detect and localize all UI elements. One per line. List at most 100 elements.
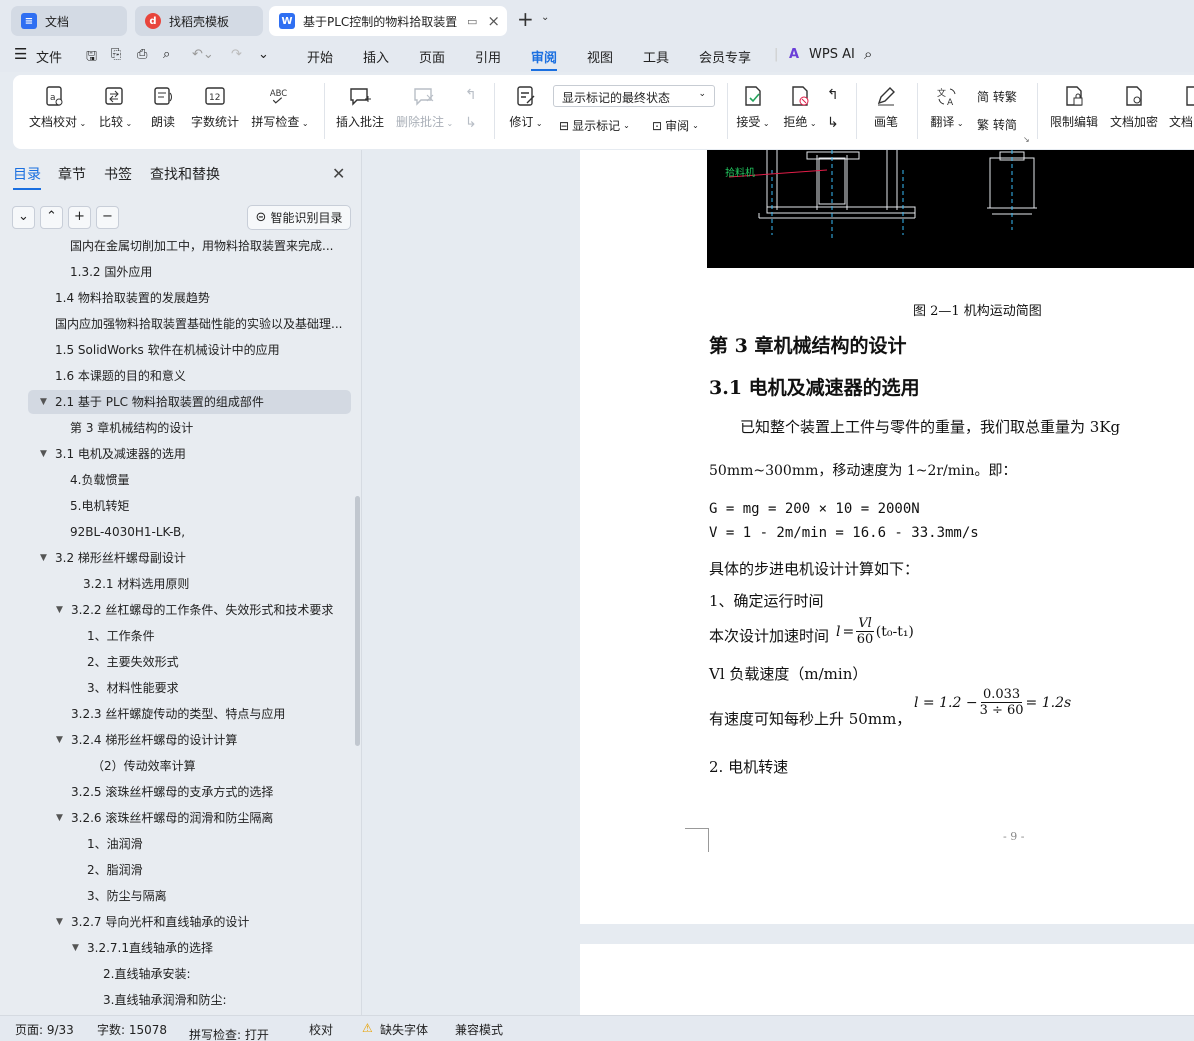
undo-icon[interactable]: ↶⌄ [192, 47, 214, 62]
document-more-button[interactable]: 文档 [1169, 85, 1194, 130]
tab-list-chevron-icon[interactable]: ⌄ [541, 12, 549, 23]
redo-icon[interactable]: ↷ [231, 47, 242, 62]
wps-ai-button[interactable]: WPS AI [809, 47, 855, 62]
simplified-to-traditional-button[interactable]: 简 转繁 [977, 88, 1017, 105]
toc-item[interactable]: 1.5 SolidWorks 软件在机械设计中的应用 [55, 338, 350, 362]
previous-comment-icon[interactable]: ↰ [465, 87, 477, 103]
document-canvas[interactable]: 拾料机 图 2—1 机构运动简图 第 3 章机械结构的设计 3.1 电机及减速器… [363, 150, 1194, 1015]
print-icon[interactable]: ⎙ [137, 47, 147, 62]
spell-check-button[interactable]: ABC 拼写检查 ⌄ [251, 85, 309, 130]
toc-item[interactable]: （2）传动效率计算 [92, 754, 350, 778]
toc-item[interactable]: 3.2.6 滚珠丝杆螺母的润滑和防尘隔离 [71, 806, 350, 830]
add-heading-button[interactable]: + [68, 206, 91, 229]
more-chevron-icon[interactable]: ⌄ [258, 47, 269, 62]
toc-item[interactable]: 3.2.4 梯形丝杆螺母的设计计算 [71, 728, 350, 752]
export-icon[interactable]: ⎘ [111, 47, 121, 62]
close-icon[interactable]: ✕ [332, 164, 345, 183]
toc-expand-toggle[interactable]: ▼ [40, 442, 47, 466]
toc-item[interactable]: 1、工作条件 [87, 624, 350, 648]
proofread-status[interactable]: 校对 [309, 1021, 333, 1038]
toc-scrollbar[interactable] [355, 496, 360, 746]
tab-docer[interactable]: d 找稻壳模板 [135, 6, 263, 36]
restrict-editing-button[interactable]: 限制编辑 [1049, 85, 1099, 130]
tab-toc[interactable]: 目录 [13, 164, 41, 190]
remove-heading-button[interactable]: − [96, 206, 119, 229]
toc-item[interactable]: 2、脂润滑 [87, 858, 350, 882]
close-tab-icon[interactable]: × [487, 12, 500, 30]
tab-chapters[interactable]: 章节 [58, 164, 86, 184]
toc-item[interactable]: 5.电机转矩 [70, 494, 350, 518]
collapse-level-button[interactable]: ⌃ [40, 206, 63, 229]
toc-item[interactable]: 1.3.2 国外应用 [70, 260, 350, 284]
previous-change-icon[interactable]: ↰ [827, 87, 839, 103]
compare-button[interactable]: 比较 ⌄ [99, 85, 132, 130]
traditional-to-simplified-button[interactable]: 繁 转简 [977, 116, 1017, 133]
toc-item[interactable]: 3.直线轴承润滑和防尘: [103, 988, 350, 1012]
toc-item[interactable]: 3.2.5 滚珠丝杆螺母的支承方式的选择 [71, 780, 350, 804]
new-tab-button[interactable]: + [517, 7, 534, 31]
toc-item[interactable]: 3.2.1 材料选用原则 [83, 572, 350, 596]
next-comment-icon[interactable]: ↳ [465, 115, 477, 131]
menu-insert[interactable]: 插入 [363, 47, 389, 66]
next-change-icon[interactable]: ↳ [827, 115, 839, 131]
toc-item[interactable]: 3.2.7.1直线轴承的选择 [87, 936, 350, 960]
toc-item[interactable]: 3.2 梯形丝杆螺母副设计 [55, 546, 350, 570]
toc-item[interactable]: 第 3 章机械结构的设计 [70, 416, 350, 440]
toc-item[interactable]: 92BL-4030H1-LK-B, [70, 520, 350, 544]
expand-group-icon[interactable]: ↘ [1023, 135, 1030, 144]
toc-item[interactable]: 2.直线轴承安装: [103, 962, 350, 986]
read-aloud-button[interactable]: 朗读 [151, 85, 175, 130]
toc-expand-toggle[interactable]: ▼ [40, 390, 47, 414]
toc-expand-toggle[interactable]: ▼ [40, 546, 47, 570]
encrypt-document-button[interactable]: 文档加密 [1109, 85, 1159, 130]
toc-item[interactable]: 2.1 基于 PLC 物料拾取装置的组成部件 [55, 390, 350, 414]
reject-button[interactable]: 拒绝 ⌄ [782, 85, 818, 130]
insert-comment-button[interactable]: 插入批注 [335, 85, 385, 130]
missing-font-status[interactable]: 缺失字体 [380, 1021, 428, 1038]
pen-button[interactable]: 画笔 [873, 85, 899, 130]
toc-item[interactable]: 3.2.7 导向光杆和直线轴承的设计 [71, 910, 350, 934]
toc-item[interactable]: 1.6 本课题的目的和意义 [55, 364, 350, 388]
toc-expand-toggle[interactable]: ▼ [56, 598, 63, 622]
toc-item[interactable]: 3、材料性能要求 [87, 676, 350, 700]
menu-view[interactable]: 视图 [587, 47, 613, 66]
toc-item[interactable]: 国内应加强物料拾取装置基础性能的实验以及基础理... [55, 312, 350, 336]
markup-state-select[interactable]: 显示标记的最终状态 ⌄ [553, 85, 715, 107]
tab-bookmarks[interactable]: 书签 [104, 164, 132, 184]
accept-button[interactable]: 接受 ⌄ [735, 85, 771, 130]
print-preview-icon[interactable]: ⌕ [163, 47, 170, 62]
tab-current-document[interactable]: W 基于PLC控制的物料拾取装置 ▭ × [269, 6, 507, 36]
word-count-status[interactable]: 字数: 15078 [97, 1021, 167, 1038]
toc-item[interactable]: 3.2.2 丝杠螺母的工作条件、失效形式和技术要求 [71, 598, 350, 622]
toc-item[interactable]: 3、防尘与隔离 [87, 884, 350, 908]
screen-icon[interactable]: ▭ [467, 15, 477, 28]
menu-home[interactable]: 开始 [307, 47, 333, 66]
smart-toc-button[interactable]: ⊝ 智能识别目录 [247, 205, 351, 230]
menu-page[interactable]: 页面 [419, 47, 445, 66]
expand-all-button[interactable]: ⌄ [12, 206, 35, 229]
save-icon[interactable]: 🖫 [86, 47, 97, 69]
translate-button[interactable]: 文A 翻译 ⌄ [928, 85, 966, 130]
tab-documents[interactable]: ≡ 文档 [11, 6, 127, 36]
page-indicator[interactable]: 页面: 9/33 [15, 1021, 74, 1038]
menu-member[interactable]: 会员专享 [699, 47, 751, 66]
search-icon[interactable]: ⌕ [864, 45, 872, 63]
menu-file[interactable]: 文件 [36, 47, 62, 66]
toc-expand-toggle[interactable]: ▼ [56, 910, 63, 934]
toc-expand-toggle[interactable]: ▼ [72, 936, 79, 960]
review-pane-button[interactable]: ⊡ 审阅 ⌄ [652, 117, 699, 134]
word-count-button[interactable]: 12 字数统计 [191, 85, 239, 130]
proofread-button[interactable]: a 文档校对 ⌄ [29, 85, 86, 130]
toc-item[interactable]: 1、油润滑 [87, 832, 350, 856]
toc-item[interactable]: 3.2.3 丝杆螺旋传动的类型、特点与应用 [71, 702, 350, 726]
track-changes-button[interactable]: 修订 ⌄ [505, 85, 547, 130]
show-markup-button[interactable]: ⊟ 显示标记 ⌄ [559, 117, 630, 134]
toc-item[interactable]: 4.负载惯量 [70, 468, 350, 492]
toc-item[interactable]: 2、主要失效形式 [87, 650, 350, 674]
hamburger-icon[interactable]: ☰ [14, 45, 27, 63]
menu-review[interactable]: 审阅 [531, 47, 558, 71]
tab-find-replace[interactable]: 查找和替换 [150, 164, 220, 184]
menu-tools[interactable]: 工具 [643, 47, 669, 66]
menu-references[interactable]: 引用 [475, 47, 501, 66]
toc-item[interactable]: 3.1 电机及减速器的选用 [55, 442, 350, 466]
